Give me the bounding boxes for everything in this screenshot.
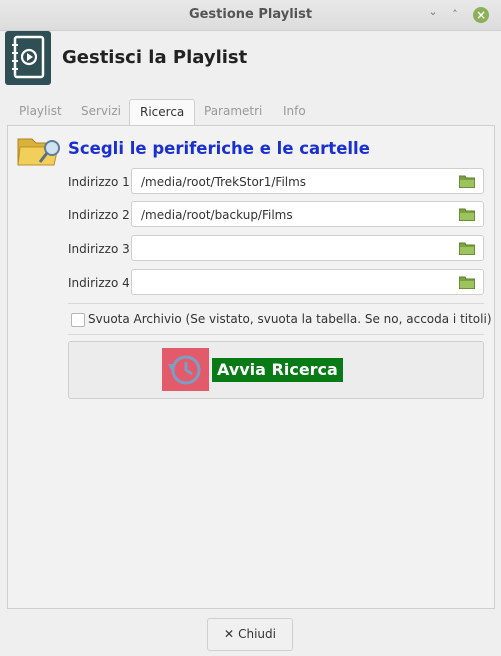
address-3-field[interactable] xyxy=(131,235,484,261)
tab-ricerca[interactable]: Ricerca xyxy=(129,99,196,126)
playlist-file-icon xyxy=(5,31,51,85)
close-window-icon[interactable]: × xyxy=(473,7,489,23)
address-1-field[interactable]: /media/root/TrekStor1/Films xyxy=(131,168,484,194)
close-button[interactable]: ✕ Chiudi xyxy=(207,618,293,651)
divider xyxy=(68,303,484,304)
tab-info[interactable]: Info xyxy=(273,99,316,124)
tab-playlist[interactable]: Playlist xyxy=(9,99,72,124)
close-icon: ✕ xyxy=(224,627,235,641)
folder-open-icon[interactable] xyxy=(458,242,476,256)
folder-open-icon[interactable] xyxy=(458,208,476,222)
tab-parametri[interactable]: Parametri xyxy=(194,99,272,124)
address-1-value: /media/root/TrekStor1/Films xyxy=(141,175,307,189)
tab-servizi[interactable]: Servizi xyxy=(71,99,131,124)
close-button-label: Chiudi xyxy=(238,627,276,641)
clear-archive-checkbox[interactable] xyxy=(71,313,85,327)
section-title: Scegli le periferiche e le cartelle xyxy=(68,139,370,158)
folder-search-icon xyxy=(16,131,64,173)
address-2-value: /media/root/backup/Films xyxy=(141,208,293,222)
maximize-icon[interactable]: ˄ xyxy=(447,7,463,23)
address-4-label: Indirizzo 4 xyxy=(68,276,130,290)
history-clock-icon xyxy=(162,348,209,391)
folder-open-icon[interactable] xyxy=(458,276,476,290)
address-3-label: Indirizzo 3 xyxy=(68,242,130,256)
divider xyxy=(68,334,484,335)
minimize-icon[interactable]: ⌄ xyxy=(425,4,441,20)
address-1-label: Indirizzo 1 xyxy=(68,175,130,189)
address-2-field[interactable]: /media/root/backup/Films xyxy=(131,201,484,227)
page-title: Gestisci la Playlist xyxy=(62,47,248,68)
title-bar: Gestione Playlist ⌄ ˄ × xyxy=(0,0,501,31)
address-2-label: Indirizzo 2 xyxy=(68,208,130,222)
clear-archive-label[interactable]: Svuota Archivio (Se vistato, svuota la t… xyxy=(88,312,492,326)
address-4-field[interactable] xyxy=(131,269,484,295)
folder-open-icon[interactable] xyxy=(458,175,476,189)
start-search-label[interactable]: Avvia Ricerca xyxy=(212,358,343,382)
